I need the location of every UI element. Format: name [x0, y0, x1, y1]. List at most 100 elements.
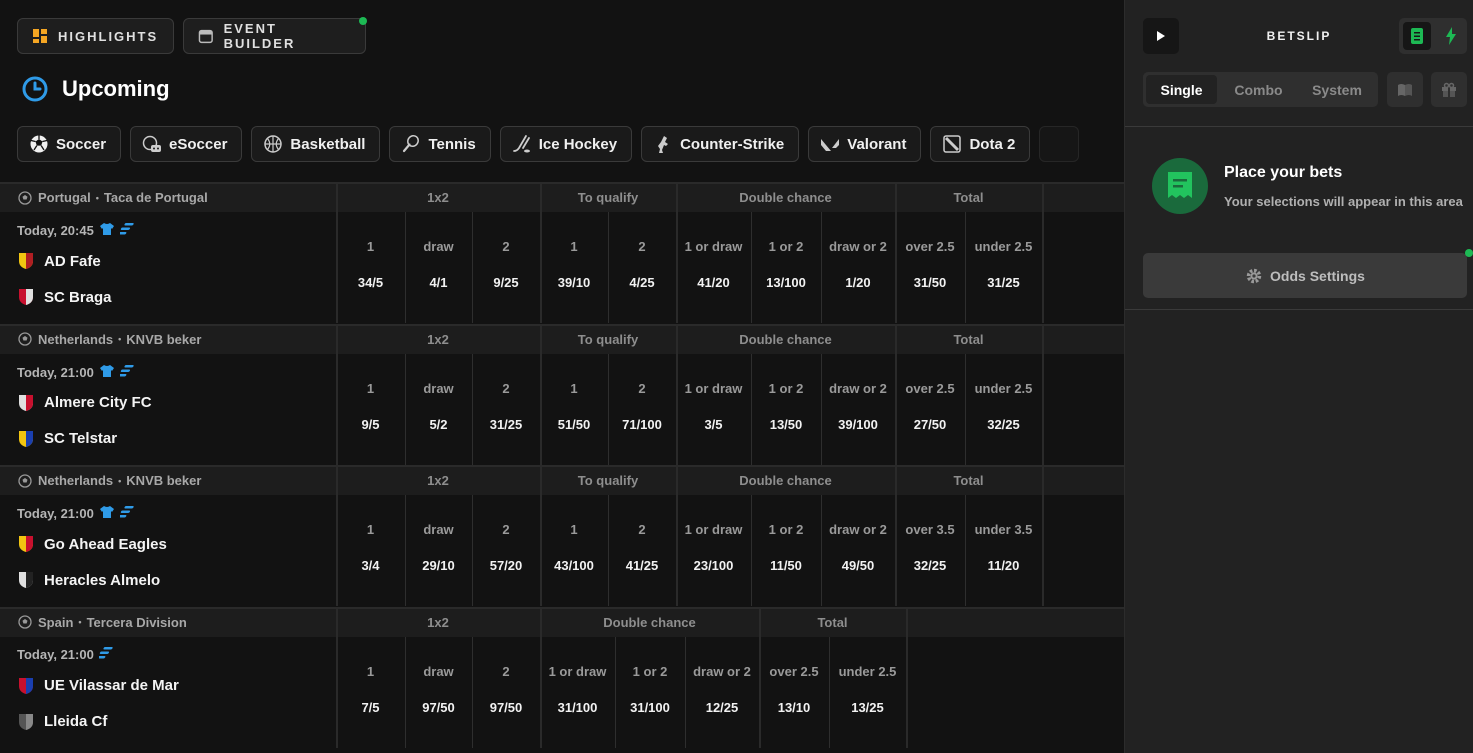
- tab-single[interactable]: Single: [1146, 75, 1217, 104]
- odds-button[interactable]: 1 or 2 31/100: [615, 637, 685, 748]
- odds-button[interactable]: 2 9/25: [472, 212, 540, 323]
- selection-odds: 13/50: [769, 416, 803, 432]
- odds-button[interactable]: 1 43/100: [540, 495, 608, 606]
- odds-settings-button[interactable]: Odds Settings: [1143, 253, 1467, 298]
- selection-odds: 3/5: [704, 416, 723, 432]
- odds-button[interactable]: over 2.5 31/50: [895, 212, 965, 323]
- event-builder-button[interactable]: EVENT BUILDER: [183, 17, 367, 54]
- odds-button[interactable]: draw 97/50: [405, 637, 472, 748]
- dota2-icon: [941, 133, 963, 155]
- sport-tab-soccer[interactable]: Soccer: [17, 126, 122, 162]
- event-time: Today, 21:00: [17, 364, 134, 381]
- odds-button[interactable]: 1 or 2 11/50: [751, 495, 821, 606]
- odds-button[interactable]: under 2.5 13/25: [829, 637, 906, 748]
- breadcrumb-separator: •: [95, 192, 99, 203]
- divider: [1125, 126, 1473, 127]
- selection-odds: 97/50: [422, 699, 455, 715]
- league-breadcrumb[interactable]: Netherlands • KNVB beker: [18, 332, 201, 347]
- league-name: Taca de Portugal: [103, 190, 208, 205]
- odds-button[interactable]: draw 4/1: [405, 212, 472, 323]
- odds-button[interactable]: 1 or 2 13/100: [751, 212, 821, 323]
- selection-odds: 13/100: [766, 275, 806, 290]
- selection-odds: 39/10: [557, 275, 591, 290]
- odds-button[interactable]: over 3.5 32/25: [895, 495, 965, 606]
- selection-odds: 71/100: [622, 416, 662, 432]
- empty-betslip-badge: [1152, 158, 1208, 214]
- odds-button[interactable]: draw or 2 39/100: [821, 354, 895, 465]
- settings-badge-dot: [1465, 249, 1473, 257]
- odds-button[interactable]: 1 7/5: [336, 637, 405, 748]
- selection-odds: 13/10: [777, 699, 811, 715]
- lightning-icon: [1446, 27, 1456, 45]
- odds-button[interactable]: 2 41/25: [608, 495, 676, 606]
- event-time-label: Today, 21:00: [17, 506, 94, 521]
- odds-button[interactable]: 1 9/5: [336, 354, 405, 465]
- event-time-label: Today, 21:00: [17, 364, 94, 380]
- odds-button[interactable]: 1 3/4: [336, 495, 405, 606]
- bet-history-button[interactable]: [1387, 72, 1423, 107]
- odds-button[interactable]: over 2.5 13/10: [759, 637, 829, 748]
- sport-tab-esoccer[interactable]: eSoccer: [130, 126, 243, 162]
- odds-button[interactable]: 1 or draw 31/100: [540, 637, 615, 748]
- team-name: SC Telstar: [44, 430, 118, 447]
- odds-button[interactable]: draw or 2 12/25: [685, 637, 759, 748]
- selection-label: 2: [638, 239, 646, 254]
- odds-button[interactable]: 1 or draw 23/100: [676, 495, 751, 606]
- selection-label: 1: [570, 522, 578, 537]
- selection-label: 1 or draw: [684, 522, 743, 537]
- sport-tab-label: Soccer: [56, 135, 107, 153]
- sport-tab-valorant[interactable]: Valorant: [808, 126, 922, 162]
- league-breadcrumb[interactable]: Portugal • Taca de Portugal: [18, 190, 208, 205]
- odds-button[interactable]: 1 34/5: [336, 212, 405, 323]
- selection-label: draw or 2: [829, 380, 887, 396]
- sport-tab-basketball[interactable]: Basketball: [251, 126, 381, 162]
- selection-odds: 23/100: [693, 558, 734, 573]
- bonus-button[interactable]: [1431, 72, 1467, 107]
- league-breadcrumb[interactable]: Netherlands • KNVB beker: [18, 473, 201, 488]
- odds-button[interactable]: over 2.5 27/50: [895, 354, 965, 465]
- odds-button[interactable]: 1 or draw 3/5: [676, 354, 751, 465]
- selection-odds: 31/100: [557, 699, 598, 715]
- odds-button[interactable]: 1 or draw 41/20: [676, 212, 751, 323]
- tab-system[interactable]: System: [1298, 75, 1376, 104]
- market-header: Double chance: [739, 473, 832, 488]
- odds-button[interactable]: 2 71/100: [608, 354, 676, 465]
- odds-button[interactable]: draw or 2 49/50: [821, 495, 895, 606]
- page-title: Upcoming: [22, 76, 170, 102]
- odds-button[interactable]: under 2.5 32/25: [965, 354, 1042, 465]
- highlights-button[interactable]: HIGHLIGHTS: [17, 18, 174, 54]
- selection-label: 1: [366, 663, 375, 679]
- odds-button[interactable]: 2 97/50: [472, 637, 540, 748]
- odds-button[interactable]: under 3.5 11/20: [965, 495, 1042, 606]
- market-header: Total: [953, 473, 984, 488]
- selection-label: 2: [502, 522, 510, 537]
- betslip-mode-quick[interactable]: [1437, 22, 1465, 50]
- divider: [1125, 309, 1473, 310]
- odds-button[interactable]: draw 5/2: [405, 354, 472, 465]
- selection-label: 1: [366, 380, 375, 396]
- sport-tab-tennis[interactable]: Tennis: [389, 126, 491, 162]
- ice-hockey-icon: [511, 133, 533, 155]
- betslip-mode-toggle[interactable]: [1399, 18, 1467, 54]
- sport-tab-dota-2[interactable]: Dota 2: [930, 126, 1031, 162]
- league-breadcrumb[interactable]: Spain • Tercera Division: [18, 615, 187, 630]
- team-crest-icon: [17, 288, 35, 306]
- odds-button[interactable]: draw 29/10: [405, 495, 472, 606]
- odds-button[interactable]: draw or 2 1/20: [821, 212, 895, 323]
- selection-label: over 3.5: [905, 522, 955, 537]
- odds-button[interactable]: under 2.5 31/25: [965, 212, 1042, 323]
- event-time: Today, 21:00: [17, 646, 113, 662]
- sport-tab-more[interactable]: [1039, 126, 1080, 162]
- odds-button[interactable]: 1 or 2 13/50: [751, 354, 821, 465]
- league-country: Portugal: [38, 190, 91, 205]
- betslip-mode-standard[interactable]: [1403, 22, 1431, 50]
- sport-tab-counter-strike[interactable]: Counter-Strike: [641, 126, 800, 162]
- odds-button[interactable]: 1 39/10: [540, 212, 608, 323]
- tab-combo[interactable]: Combo: [1221, 75, 1296, 104]
- odds-button[interactable]: 2 57/20: [472, 495, 540, 606]
- odds-button[interactable]: 1 51/50: [540, 354, 608, 465]
- odds-button[interactable]: 2 31/25: [472, 354, 540, 465]
- event-time: Today, 20:45: [17, 222, 134, 239]
- odds-button[interactable]: 2 4/25: [608, 212, 676, 323]
- sport-tab-ice-hockey[interactable]: Ice Hockey: [499, 126, 633, 162]
